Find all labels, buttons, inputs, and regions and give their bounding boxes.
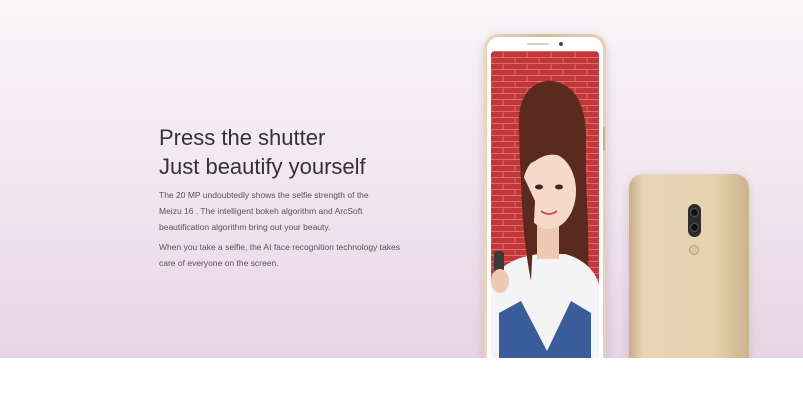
- page-bottom: [0, 358, 803, 406]
- camera-lens-icon: [690, 208, 699, 217]
- power-button: [603, 127, 605, 151]
- headline: Press the shutter Just beautify yourself: [159, 123, 366, 181]
- paragraph-1-line-3: beautification algorithm bring out your …: [159, 222, 331, 232]
- selfie-photo: [491, 51, 599, 375]
- fingerprint-sensor-icon: [689, 245, 699, 255]
- paragraph-1-line-1: The 20 MP undoubtedly shows the selfie s…: [159, 190, 369, 200]
- headline-line-2: Just beautify yourself: [159, 154, 366, 179]
- hero-section: Press the shutter Just beautify yourself…: [0, 0, 803, 358]
- paragraph-2-line-1: When you take a selfie, the AI face reco…: [159, 242, 400, 252]
- paragraph-2-line-2: care of everyone on the screen.: [159, 258, 279, 268]
- phone-back-image: [629, 174, 749, 358]
- headline-line-1: Press the shutter: [159, 125, 326, 150]
- selfie-illustration: [491, 51, 599, 375]
- description-paragraph-1: The 20 MP undoubtedly shows the selfie s…: [159, 187, 409, 235]
- camera-lens-icon: [690, 223, 699, 232]
- description-paragraph-2: When you take a selfie, the AI face reco…: [159, 239, 409, 271]
- earpiece: [527, 43, 549, 45]
- front-camera-icon: [559, 42, 563, 46]
- rear-camera-module: [688, 204, 701, 237]
- phone-front-image: [484, 34, 606, 384]
- paragraph-1-line-2: Meizu 16 . The intelligent bokeh algorit…: [159, 206, 363, 216]
